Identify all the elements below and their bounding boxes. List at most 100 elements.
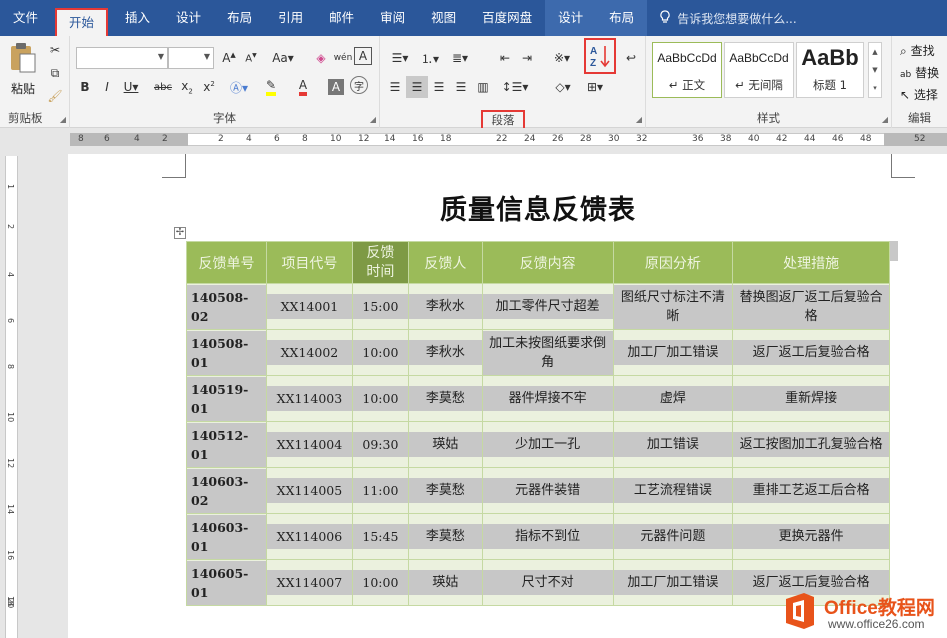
header-feedback-no[interactable]: 反馈单号 <box>186 241 267 284</box>
increase-indent-button[interactable]: ⇥ <box>516 47 538 69</box>
line-spacing-button[interactable]: ↕☰▾ <box>500 76 530 98</box>
cell-feedback-no[interactable]: 140603-02 <box>186 467 267 514</box>
cell-content[interactable]: 少加工一孔 <box>481 421 614 468</box>
clipboard-launcher-icon[interactable]: ◢ <box>60 115 66 124</box>
tab-table-layout[interactable]: 布局 <box>596 0 648 36</box>
cell-project-code[interactable]: XX14002 <box>265 329 353 376</box>
cell-cause[interactable]: 加工错误 <box>612 421 734 468</box>
cell-project-code[interactable]: XX14001 <box>265 283 353 330</box>
phonetic-guide-button[interactable]: wén <box>332 47 354 69</box>
highlight-button[interactable]: ✎ <box>260 76 282 98</box>
vertical-ruler[interactable]: 1 2 4 6 8 10 12 14 16 18 20 <box>0 150 22 638</box>
font-launcher-icon[interactable]: ◢ <box>370 115 376 124</box>
cell-feedback-no[interactable]: 140508-01 <box>186 329 267 376</box>
cell-cause[interactable]: 加工厂加工错误 <box>612 329 734 376</box>
borders-button[interactable]: ⊞▾ <box>580 76 610 98</box>
cell-cause[interactable]: 工艺流程错误 <box>612 467 734 514</box>
distributed-button[interactable]: ▥ <box>472 76 494 98</box>
underline-button[interactable]: U▾ <box>120 76 142 98</box>
grow-font-button[interactable]: A▲ <box>218 47 240 69</box>
tab-insert[interactable]: 插入 <box>112 0 163 36</box>
paste-button[interactable]: 粘贴 <box>6 42 40 96</box>
font-size-combo[interactable]: ▼ <box>168 47 214 69</box>
cell-feedback-no[interactable]: 140603-01 <box>186 513 267 560</box>
tab-review[interactable]: 审阅 <box>367 0 418 36</box>
subscript-button[interactable]: x2 <box>176 76 198 98</box>
multilevel-list-button[interactable]: ≣▾ <box>446 47 474 69</box>
styles-scroll[interactable]: ▲ ▼ ▾ <box>868 42 882 98</box>
cell-measure[interactable]: 重新焊接 <box>732 375 890 422</box>
cell-measure[interactable]: 替换图返厂返工后复验合格 <box>732 283 890 330</box>
cell-project-code[interactable]: XX114005 <box>265 467 353 514</box>
tab-home[interactable]: 开始 <box>55 8 109 36</box>
cell-person[interactable]: 李莫愁 <box>407 467 483 514</box>
paragraph-launcher-icon[interactable]: ◢ <box>636 115 642 124</box>
font-name-combo[interactable]: ▼ <box>76 47 168 69</box>
format-painter-button[interactable]: 🖌 <box>44 85 66 107</box>
enclose-char-button[interactable]: 字 <box>350 76 368 94</box>
copy-button[interactable]: ⧉ <box>44 62 66 84</box>
document-page[interactable]: 质量信息反馈表 ✢ 反馈单号 项目代号 反馈时间 反馈人 反馈内容 原因分析 处… <box>68 154 947 638</box>
cell-measure[interactable]: 返厂返工后复验合格 <box>732 329 890 376</box>
cell-measure[interactable]: 重排工艺返工后合格 <box>732 467 890 514</box>
italic-button[interactable]: I <box>96 76 118 98</box>
cell-content[interactable]: 指标不到位 <box>481 513 614 560</box>
cell-feedback-no[interactable]: 140605-01 <box>186 559 267 606</box>
tab-references[interactable]: 引用 <box>265 0 316 36</box>
select-button[interactable]: ↖ 选择 <box>900 86 938 103</box>
header-cause-analysis[interactable]: 原因分析 <box>612 241 734 284</box>
cell-cause[interactable]: 图纸尺寸标注不清晰 <box>612 283 734 330</box>
sort-button[interactable]: A Z <box>584 38 616 74</box>
cell-time[interactable]: 10:00 <box>351 329 409 376</box>
cell-measure[interactable]: 返工按图加工孔复验合格 <box>732 421 890 468</box>
change-case-button[interactable]: Aa▾ <box>268 47 298 69</box>
cell-person[interactable]: 李莫愁 <box>407 513 483 560</box>
clear-format-button[interactable]: ◈ <box>310 47 332 69</box>
shrink-font-button[interactable]: A▼ <box>240 47 262 69</box>
cell-person[interactable]: 瑛姑 <box>407 421 483 468</box>
styles-launcher-icon[interactable]: ◢ <box>882 115 888 124</box>
text-effects-button[interactable]: Ⓐ▾ <box>228 76 250 98</box>
char-border-button[interactable]: A <box>354 47 372 65</box>
tab-design[interactable]: 设计 <box>163 0 214 36</box>
cell-feedback-no[interactable]: 140519-01 <box>186 375 267 422</box>
quality-feedback-table[interactable]: 反馈单号 项目代号 反馈时间 反馈人 反馈内容 原因分析 处理措施 140508… <box>186 241 890 606</box>
cell-feedback-no[interactable]: 140512-01 <box>186 421 267 468</box>
font-color-button[interactable]: A <box>292 76 314 98</box>
document-title[interactable]: 质量信息反馈表 <box>188 188 888 227</box>
cell-content[interactable]: 加工未按图纸要求倒角 <box>481 329 614 376</box>
justify-button[interactable]: ☰ <box>450 76 472 98</box>
tab-table-design[interactable]: 设计 <box>545 0 597 36</box>
tab-layout[interactable]: 布局 <box>214 0 265 36</box>
align-center-button[interactable]: ☰ <box>406 76 428 98</box>
cell-time[interactable]: 09:30 <box>351 421 409 468</box>
replace-button[interactable]: ab 替换 <box>900 64 939 81</box>
show-marks-button[interactable]: ↩ <box>620 47 642 69</box>
bullets-button[interactable]: ☰▾ <box>386 47 414 69</box>
align-left-button[interactable]: ☰ <box>384 76 406 98</box>
cell-project-code[interactable]: XX114003 <box>265 375 353 422</box>
style-heading-1[interactable]: AaBb 标题 1 <box>796 42 864 98</box>
cell-measure[interactable]: 更换元器件 <box>732 513 890 560</box>
cell-feedback-no[interactable]: 140508-02 <box>186 283 267 330</box>
numbering-button[interactable]: ⒈▾ <box>416 47 444 69</box>
cell-time[interactable]: 11:00 <box>351 467 409 514</box>
cell-content[interactable]: 元器件装错 <box>481 467 614 514</box>
style-no-spacing[interactable]: AaBbCcDd ↵ 无间隔 <box>724 42 794 98</box>
cell-content[interactable]: 器件焊接不牢 <box>481 375 614 422</box>
tell-me-box[interactable]: 告诉我您想要做什么... <box>659 9 797 27</box>
cut-button[interactable]: ✂ <box>44 39 66 61</box>
char-shading-button[interactable]: A <box>328 79 344 95</box>
cell-content[interactable]: 尺寸不对 <box>481 559 614 606</box>
tab-baidu-pan[interactable]: 百度网盘 <box>469 0 545 36</box>
cell-person[interactable]: 李秋水 <box>407 283 483 330</box>
superscript-button[interactable]: x2 <box>198 76 220 98</box>
cell-person[interactable]: 瑛姑 <box>407 559 483 606</box>
cell-time[interactable]: 15:45 <box>351 513 409 560</box>
header-project-code[interactable]: 项目代号 <box>265 241 353 284</box>
cell-content[interactable]: 加工零件尺寸超差 <box>481 283 614 330</box>
cell-time[interactable]: 10:00 <box>351 375 409 422</box>
header-feedback-content[interactable]: 反馈内容 <box>481 241 614 284</box>
cell-cause[interactable]: 虚焊 <box>612 375 734 422</box>
cell-person[interactable]: 李莫愁 <box>407 375 483 422</box>
